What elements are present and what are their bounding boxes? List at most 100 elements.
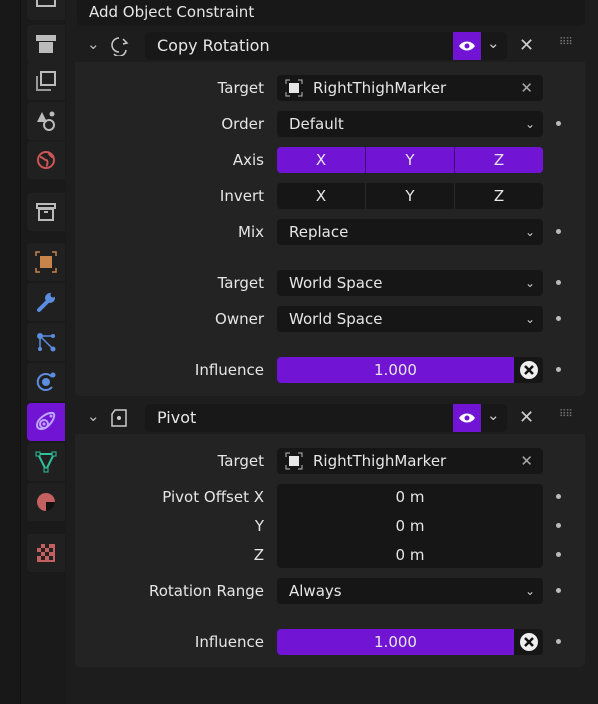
owner-space-label: Owner	[215, 310, 264, 328]
target-label: Target	[217, 452, 264, 470]
mesh-icon	[35, 451, 57, 473]
constraint-menu-chevron-icon[interactable]: ⌄	[487, 34, 500, 52]
constraint-header: ⌄ Copy Rotation ⌄ ✕ ⠿⠿	[75, 30, 585, 62]
delete-constraint-icon[interactable]: ✕	[519, 407, 534, 428]
dropdown-chevron-icon: ⌄	[524, 312, 535, 326]
invert-label: Invert	[219, 187, 264, 205]
axis-z-toggle[interactable]: Z	[455, 147, 543, 173]
order-dropdown[interactable]: Default ⌄	[277, 111, 543, 137]
target-field[interactable]: RightThighMarker ✕	[277, 75, 543, 101]
pivot-offset-z-label: Z	[253, 546, 264, 564]
tab-render[interactable]	[27, 25, 65, 63]
output-icon	[36, 71, 56, 91]
left-editor-strip	[0, 0, 20, 704]
invert-y-toggle[interactable]: Y	[366, 183, 455, 209]
keyframe-dot[interactable]	[556, 588, 561, 593]
pivot-offset-y-field[interactable]: 0 m	[277, 513, 543, 539]
tab-texture[interactable]	[27, 534, 65, 572]
target-label: Target	[217, 79, 264, 97]
view-layer-icon	[37, 111, 55, 131]
target-space-label: Target	[217, 274, 264, 292]
tab-physics[interactable]	[27, 363, 65, 401]
wrench-icon	[37, 292, 56, 312]
world-icon	[37, 151, 55, 169]
render-icon	[36, 35, 56, 53]
owner-space-dropdown[interactable]: World Space ⌄	[277, 306, 543, 332]
keyframe-dot[interactable]	[556, 523, 561, 528]
keyframe-dot[interactable]	[556, 367, 561, 372]
keyframe-dot[interactable]	[556, 229, 561, 234]
influence-label: Influence	[194, 361, 264, 379]
keyframe-dot[interactable]	[556, 316, 561, 321]
pivot-offset-z-field[interactable]: 0 m	[277, 542, 543, 568]
collapse-chevron-icon[interactable]: ⌄	[87, 35, 100, 53]
add-object-constraint-label: Add Object Constraint	[89, 3, 255, 21]
visibility-eye-icon[interactable]	[453, 404, 481, 432]
influence-slider[interactable]: 1.000	[277, 357, 543, 383]
rotation-range-dropdown[interactable]: Always ⌄	[277, 578, 543, 604]
collapse-chevron-icon[interactable]: ⌄	[87, 407, 100, 425]
order-label: Order	[221, 115, 264, 133]
tab-object[interactable]	[27, 243, 65, 281]
constraint-header: ⌄ Pivot ⌄ ✕ ⠿⠿	[75, 402, 585, 434]
clear-target-icon[interactable]: ✕	[520, 448, 533, 474]
texture-icon	[37, 544, 55, 562]
keyframe-dot[interactable]	[556, 639, 561, 644]
tab-object-data[interactable]	[27, 443, 65, 481]
clear-target-icon[interactable]: ✕	[520, 75, 533, 101]
influence-label: Influence	[194, 633, 264, 651]
object-icon	[35, 251, 57, 273]
material-icon	[37, 493, 55, 511]
object-target-icon	[285, 79, 303, 97]
dropdown-chevron-icon: ⌄	[524, 584, 535, 598]
constraint-icon	[35, 411, 56, 431]
physics-icon	[36, 372, 56, 391]
target-field[interactable]: RightThighMarker ✕	[277, 448, 543, 474]
axis-label: Axis	[232, 151, 264, 169]
rotation-range-label: Rotation Range	[148, 582, 264, 600]
constraint-menu-chevron-icon[interactable]: ⌄	[487, 406, 500, 424]
collection-icon	[36, 203, 56, 221]
tab-view-layer[interactable]	[27, 102, 65, 140]
invert-toggle-group: XYZ	[277, 183, 543, 209]
axis-x-toggle[interactable]: X	[277, 147, 366, 173]
drag-handle-icon[interactable]: ⠿⠿	[559, 409, 573, 420]
axis-y-toggle[interactable]: Y	[366, 147, 455, 173]
dropdown-chevron-icon: ⌄	[524, 117, 535, 131]
copy-rotation-icon	[111, 37, 129, 56]
axis-toggle-group: XYZ	[277, 147, 543, 173]
invert-x-toggle[interactable]: X	[277, 183, 366, 209]
tab-scene[interactable]	[27, 141, 65, 179]
target-space-dropdown[interactable]: World Space ⌄	[277, 270, 543, 296]
keyframe-dot[interactable]	[556, 280, 561, 285]
pivot-icon	[111, 409, 127, 427]
tab-material[interactable]	[27, 483, 65, 521]
keyframe-dot[interactable]	[556, 552, 561, 557]
pivot-offset-x-label: Pivot Offset X	[162, 488, 264, 506]
keyframe-dot[interactable]	[556, 494, 561, 499]
mix-dropdown[interactable]: Replace ⌄	[277, 219, 543, 245]
tab-modifiers[interactable]	[27, 283, 65, 321]
tab-object-constraints[interactable]	[27, 403, 65, 441]
add-object-constraint-button[interactable]: Add Object Constraint	[77, 0, 585, 26]
dropdown-chevron-icon: ⌄	[524, 225, 535, 239]
tab-particles[interactable]	[27, 323, 65, 361]
tab-output[interactable]	[27, 62, 65, 100]
keyframe-dot[interactable]	[556, 121, 561, 126]
drag-handle-icon[interactable]: ⠿⠿	[559, 37, 573, 48]
pivot-offset-x-field[interactable]: 0 m	[277, 484, 543, 510]
tab-collection[interactable]	[27, 193, 65, 231]
properties-tab-bar	[20, 0, 66, 704]
tab-tool[interactable]	[27, 0, 65, 20]
visibility-eye-icon[interactable]	[453, 32, 481, 60]
mix-label: Mix	[238, 223, 264, 241]
delete-constraint-icon[interactable]: ✕	[519, 35, 534, 56]
disable-keep-transform-icon[interactable]	[514, 629, 543, 655]
pivot-offset-y-label: Y	[254, 517, 264, 535]
object-target-icon	[285, 452, 303, 470]
particles-icon	[37, 333, 56, 352]
invert-z-toggle[interactable]: Z	[455, 183, 543, 209]
influence-slider[interactable]: 1.000	[277, 629, 543, 655]
disable-keep-transform-icon[interactable]	[514, 357, 543, 383]
dropdown-chevron-icon: ⌄	[524, 276, 535, 290]
